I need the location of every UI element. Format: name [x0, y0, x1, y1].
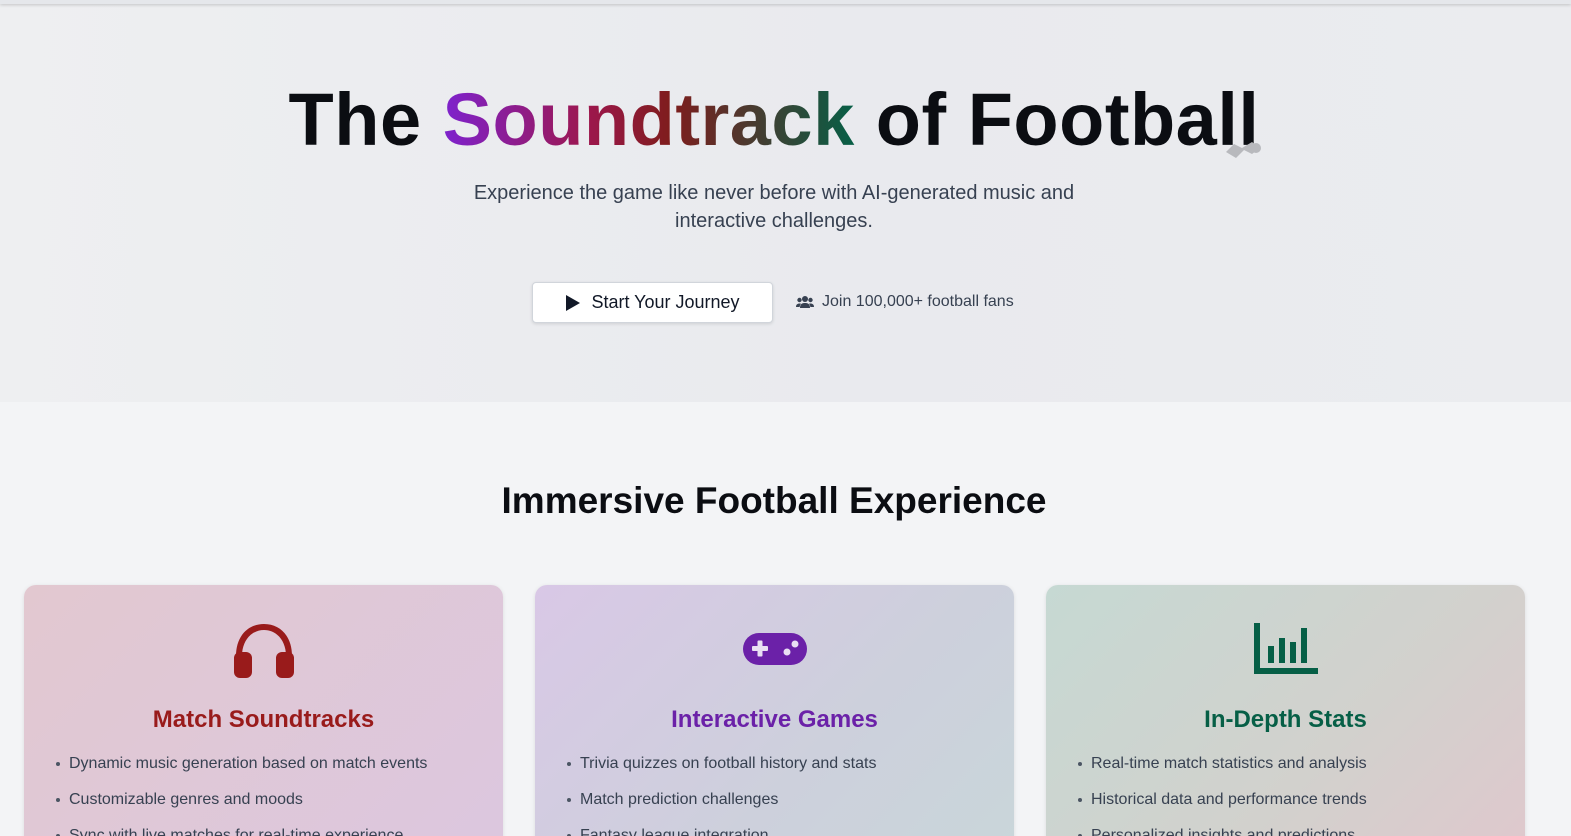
- play-icon: [566, 294, 581, 311]
- start-journey-button[interactable]: Start Your Journey: [532, 282, 773, 323]
- decorative-mark-icon: [1226, 142, 1261, 158]
- list-item: Match prediction challenges: [567, 789, 876, 825]
- list-item: Dynamic music generation based on match …: [56, 753, 427, 789]
- list-item: Personalized insights and predictions: [1078, 825, 1367, 836]
- card-title: Match Soundtracks: [152, 706, 375, 733]
- headphones-icon: [233, 624, 294, 678]
- hero-title-end: of Football: [854, 78, 1260, 161]
- list-item: Customizable genres and moods: [56, 789, 427, 825]
- list-item: Historical data and performance trends: [1078, 789, 1367, 825]
- list-item: Fantasy league integration: [567, 825, 876, 836]
- users-icon: [796, 296, 814, 308]
- list-item: Real-time match statistics and analysis: [1078, 753, 1367, 789]
- start-journey-label: Start Your Journey: [591, 292, 740, 312]
- hero-title-start: The: [288, 78, 443, 161]
- fan-count-label: Join 100,000+ football fans: [822, 293, 1014, 310]
- hero-section: The Soundtrack of Football Experience th…: [0, 0, 1571, 402]
- list-item: Trivia quizzes on football history and s…: [567, 753, 876, 789]
- fan-count: Join 100,000+ football fans: [796, 290, 1014, 314]
- feature-list: Dynamic music generation based on match …: [56, 753, 427, 836]
- bar-chart-icon: [1253, 623, 1318, 674]
- hero-subtitle: Experience the game like never before wi…: [473, 182, 1075, 232]
- features-title: Immersive Football Experience: [501, 480, 1047, 521]
- list-item: Sync with live matches for real-time exp…: [56, 825, 427, 836]
- gamepad-icon: [742, 633, 807, 665]
- hero-title: The Soundtrack of Football: [0, 78, 1548, 162]
- feature-list: Trivia quizzes on football history and s…: [567, 753, 876, 836]
- feature-card-games: Interactive Games Trivia quizzes on foot…: [535, 585, 1014, 836]
- top-bar: [0, 0, 1571, 4]
- card-title: In-Depth Stats: [1204, 706, 1367, 733]
- feature-card-soundtracks: Match Soundtracks Dynamic music generati…: [24, 585, 503, 836]
- feature-list: Real-time match statistics and analysis …: [1078, 753, 1367, 836]
- hero-title-highlight: Soundtrack: [442, 78, 855, 161]
- feature-card-stats: In-Depth Stats Real-time match statistic…: [1046, 585, 1525, 836]
- card-title: Interactive Games: [671, 706, 878, 733]
